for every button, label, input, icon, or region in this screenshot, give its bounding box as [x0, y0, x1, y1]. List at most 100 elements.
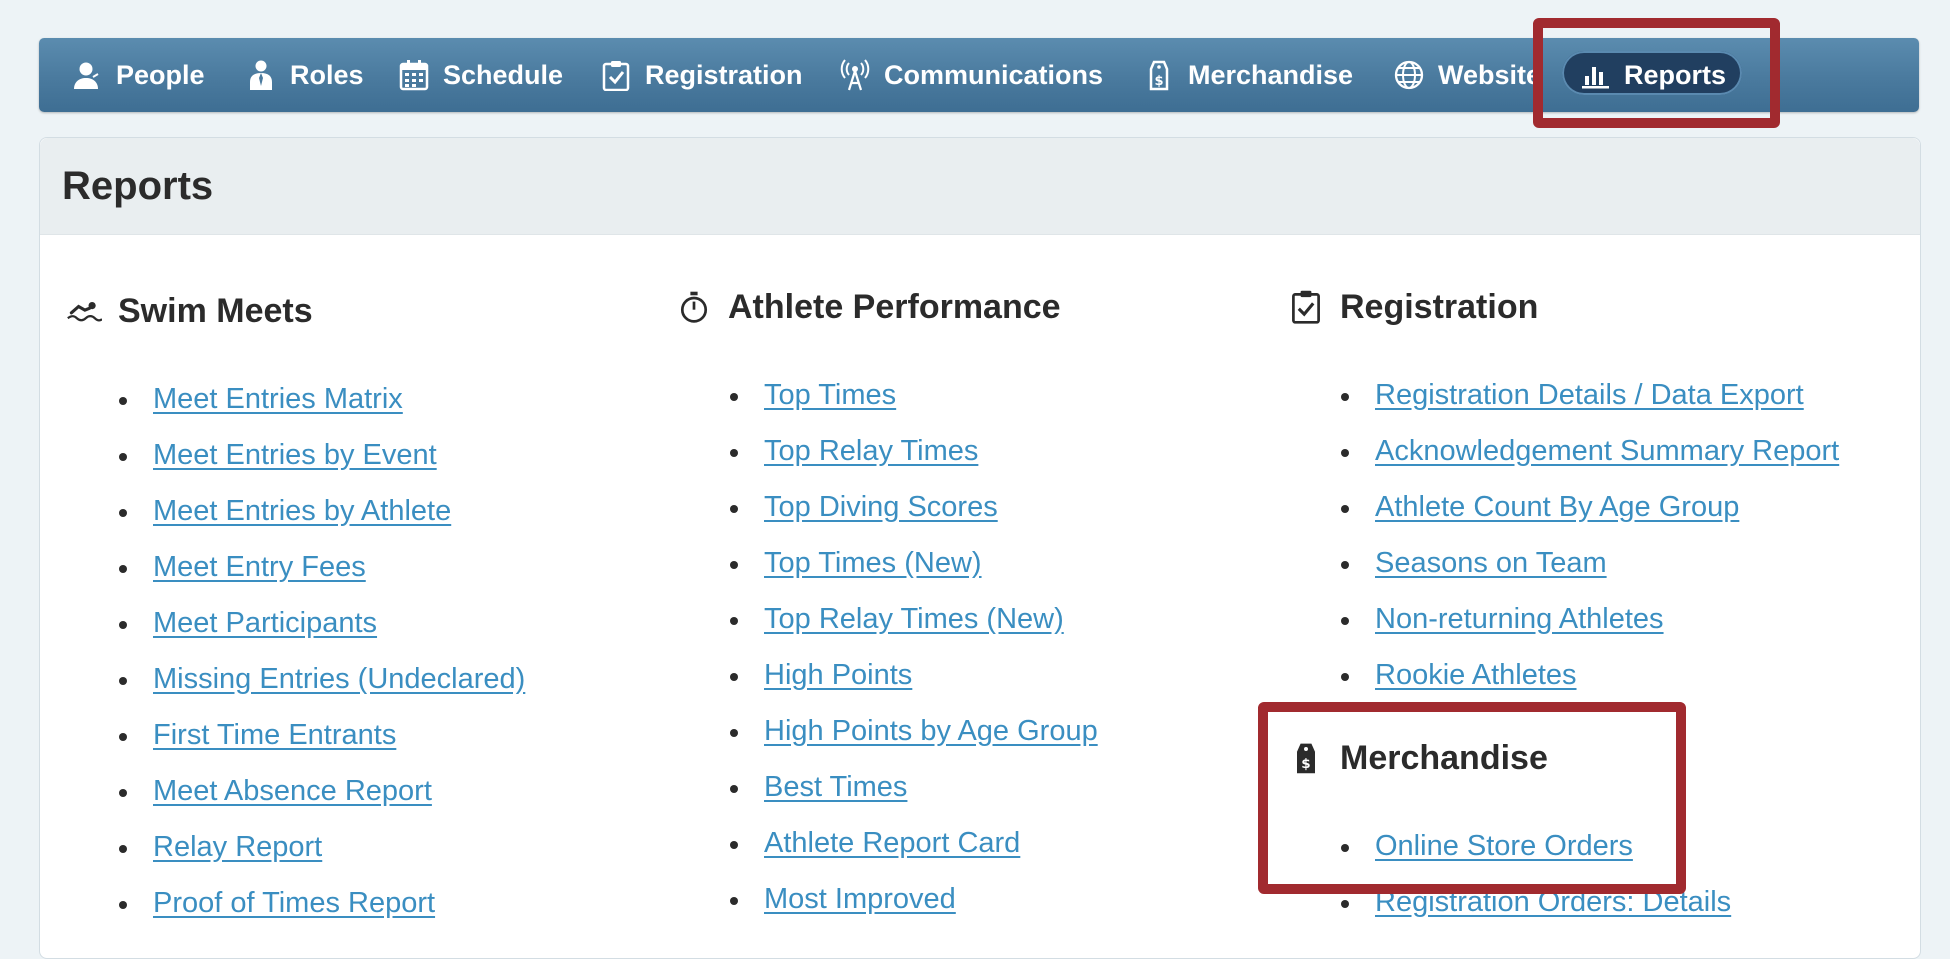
report-link-registration-orders-details[interactable]: Registration Orders: Details	[1375, 886, 1731, 919]
nav-item-schedule[interactable]: Schedule	[397, 38, 563, 112]
nav-item-registration[interactable]: Registration	[599, 38, 803, 112]
nav-label: Merchandise	[1188, 59, 1354, 90]
report-link-meet-absence-report[interactable]: Meet Absence Report	[153, 775, 432, 808]
registration-link-list: Registration Details / Data Export Ackno…	[1341, 367, 1839, 703]
price-tag-icon: $	[1286, 738, 1326, 778]
report-link-top-times-new[interactable]: Top Times (New)	[764, 547, 982, 580]
nav-item-roles[interactable]: Roles	[244, 38, 364, 112]
nav-item-website[interactable]: Website	[1392, 38, 1541, 112]
swim-meets-link-list: Meet Entries Matrix Meet Entries by Even…	[119, 371, 525, 931]
nav-label: Reports	[1624, 59, 1727, 90]
list-item: Seasons on Team	[1341, 535, 1839, 591]
report-link-best-times[interactable]: Best Times	[764, 771, 907, 804]
report-link-high-points[interactable]: High Points	[764, 659, 912, 692]
nav-label: Schedule	[443, 59, 564, 90]
list-item: Acknowledgement Summary Report	[1341, 423, 1839, 479]
report-link-meet-participants[interactable]: Meet Participants	[153, 607, 377, 640]
nav-label: Communications	[884, 59, 1104, 90]
athlete-performance-link-list: Top Times Top Relay Times Top Diving Sco…	[730, 367, 1098, 927]
list-item: Best Times	[730, 759, 1098, 815]
panel-header: Reports	[40, 138, 1920, 235]
list-item: High Points by Age Group	[730, 703, 1098, 759]
globe-icon	[1392, 58, 1426, 92]
section-heading-athlete-performance: Athlete Performance	[674, 287, 1061, 327]
list-item: Most Improved	[730, 871, 1098, 927]
role-icon	[244, 58, 278, 92]
list-item: Top Relay Times	[730, 423, 1098, 479]
section-title: Registration	[1340, 287, 1539, 326]
report-link-missing-entries[interactable]: Missing Entries (Undeclared)	[153, 663, 525, 696]
list-item: Top Times	[730, 367, 1098, 423]
nav-label: Registration	[645, 59, 803, 90]
section-heading-swim-meets: Swim Meets	[64, 291, 313, 331]
list-item: Meet Entries by Athlete	[119, 483, 525, 539]
clipboard-check-icon	[599, 58, 633, 92]
section-heading-registration: Registration	[1286, 287, 1538, 327]
swimmer-icon	[64, 291, 104, 331]
report-link-top-relay-times[interactable]: Top Relay Times	[764, 435, 978, 468]
report-link-athlete-count-by-age-group[interactable]: Athlete Count By Age Group	[1375, 491, 1739, 524]
report-link-meet-entries-by-event[interactable]: Meet Entries by Event	[153, 439, 437, 472]
report-link-meet-entries-by-athlete[interactable]: Meet Entries by Athlete	[153, 495, 451, 528]
nav-label: Roles	[290, 59, 364, 90]
list-item: Meet Participants	[119, 595, 525, 651]
list-item: Top Relay Times (New)	[730, 591, 1098, 647]
merchandise-link-list: Online Store Orders Registration Orders:…	[1341, 818, 1731, 930]
report-link-top-diving-scores[interactable]: Top Diving Scores	[764, 491, 998, 524]
list-item: Relay Report	[119, 819, 525, 875]
svg-text:$: $	[1301, 756, 1310, 772]
list-item: Proof of Times Report	[119, 875, 525, 931]
report-link-non-returning-athletes[interactable]: Non-returning Athletes	[1375, 603, 1664, 636]
svg-text:$: $	[1154, 74, 1163, 89]
report-link-athlete-report-card[interactable]: Athlete Report Card	[764, 827, 1020, 860]
nav-item-communications[interactable]: Communications	[838, 38, 1103, 112]
list-item: Top Diving Scores	[730, 479, 1098, 535]
list-item: Online Store Orders	[1341, 818, 1731, 874]
nav-item-people[interactable]: People	[70, 38, 205, 112]
report-link-first-time-entrants[interactable]: First Time Entrants	[153, 719, 396, 752]
report-link-top-times[interactable]: Top Times	[764, 379, 896, 412]
bar-chart-icon	[1578, 58, 1612, 92]
section-heading-merchandise: $ Merchandise	[1286, 738, 1548, 778]
list-item: Registration Details / Data Export	[1341, 367, 1839, 423]
list-item: Meet Entries Matrix	[119, 371, 525, 427]
section-title: Athlete Performance	[728, 287, 1061, 326]
list-item: Athlete Report Card	[730, 815, 1098, 871]
report-link-relay-report[interactable]: Relay Report	[153, 831, 322, 864]
list-item: Meet Entry Fees	[119, 539, 525, 595]
report-link-online-store-orders[interactable]: Online Store Orders	[1375, 830, 1633, 863]
report-link-meet-entry-fees[interactable]: Meet Entry Fees	[153, 551, 366, 584]
report-link-registration-details[interactable]: Registration Details / Data Export	[1375, 379, 1804, 412]
report-link-meet-entries-matrix[interactable]: Meet Entries Matrix	[153, 383, 403, 416]
report-link-proof-of-times-report[interactable]: Proof of Times Report	[153, 887, 435, 920]
nav-item-merchandise[interactable]: $ Merchandise	[1142, 38, 1353, 112]
page-title: Reports	[62, 164, 214, 208]
report-link-high-points-by-age-group[interactable]: High Points by Age Group	[764, 715, 1098, 748]
calendar-icon	[397, 58, 431, 92]
report-link-acknowledgement-summary[interactable]: Acknowledgement Summary Report	[1375, 435, 1839, 468]
nav-item-reports[interactable]: Reports	[1578, 38, 1726, 112]
stopwatch-icon	[674, 287, 714, 327]
report-link-rookie-athletes[interactable]: Rookie Athletes	[1375, 659, 1577, 692]
list-item: Rookie Athletes	[1341, 647, 1839, 703]
list-item: Non-returning Athletes	[1341, 591, 1839, 647]
list-item: Meet Absence Report	[119, 763, 525, 819]
nav-label: Website	[1438, 59, 1542, 90]
list-item: Athlete Count By Age Group	[1341, 479, 1839, 535]
report-link-seasons-on-team[interactable]: Seasons on Team	[1375, 547, 1607, 580]
list-item: Meet Entries by Event	[119, 427, 525, 483]
list-item: First Time Entrants	[119, 707, 525, 763]
section-title: Swim Meets	[118, 291, 313, 330]
price-tag-icon: $	[1142, 58, 1176, 92]
clipboard-check-icon	[1286, 287, 1326, 327]
section-title: Merchandise	[1340, 738, 1548, 777]
list-item: High Points	[730, 647, 1098, 703]
person-icon	[70, 58, 104, 92]
list-item: Registration Orders: Details	[1341, 874, 1731, 930]
nav-label: People	[116, 59, 205, 90]
broadcast-tower-icon	[838, 58, 872, 92]
list-item: Top Times (New)	[730, 535, 1098, 591]
report-link-top-relay-times-new[interactable]: Top Relay Times (New)	[764, 603, 1064, 636]
report-link-most-improved[interactable]: Most Improved	[764, 883, 956, 916]
list-item: Missing Entries (Undeclared)	[119, 651, 525, 707]
